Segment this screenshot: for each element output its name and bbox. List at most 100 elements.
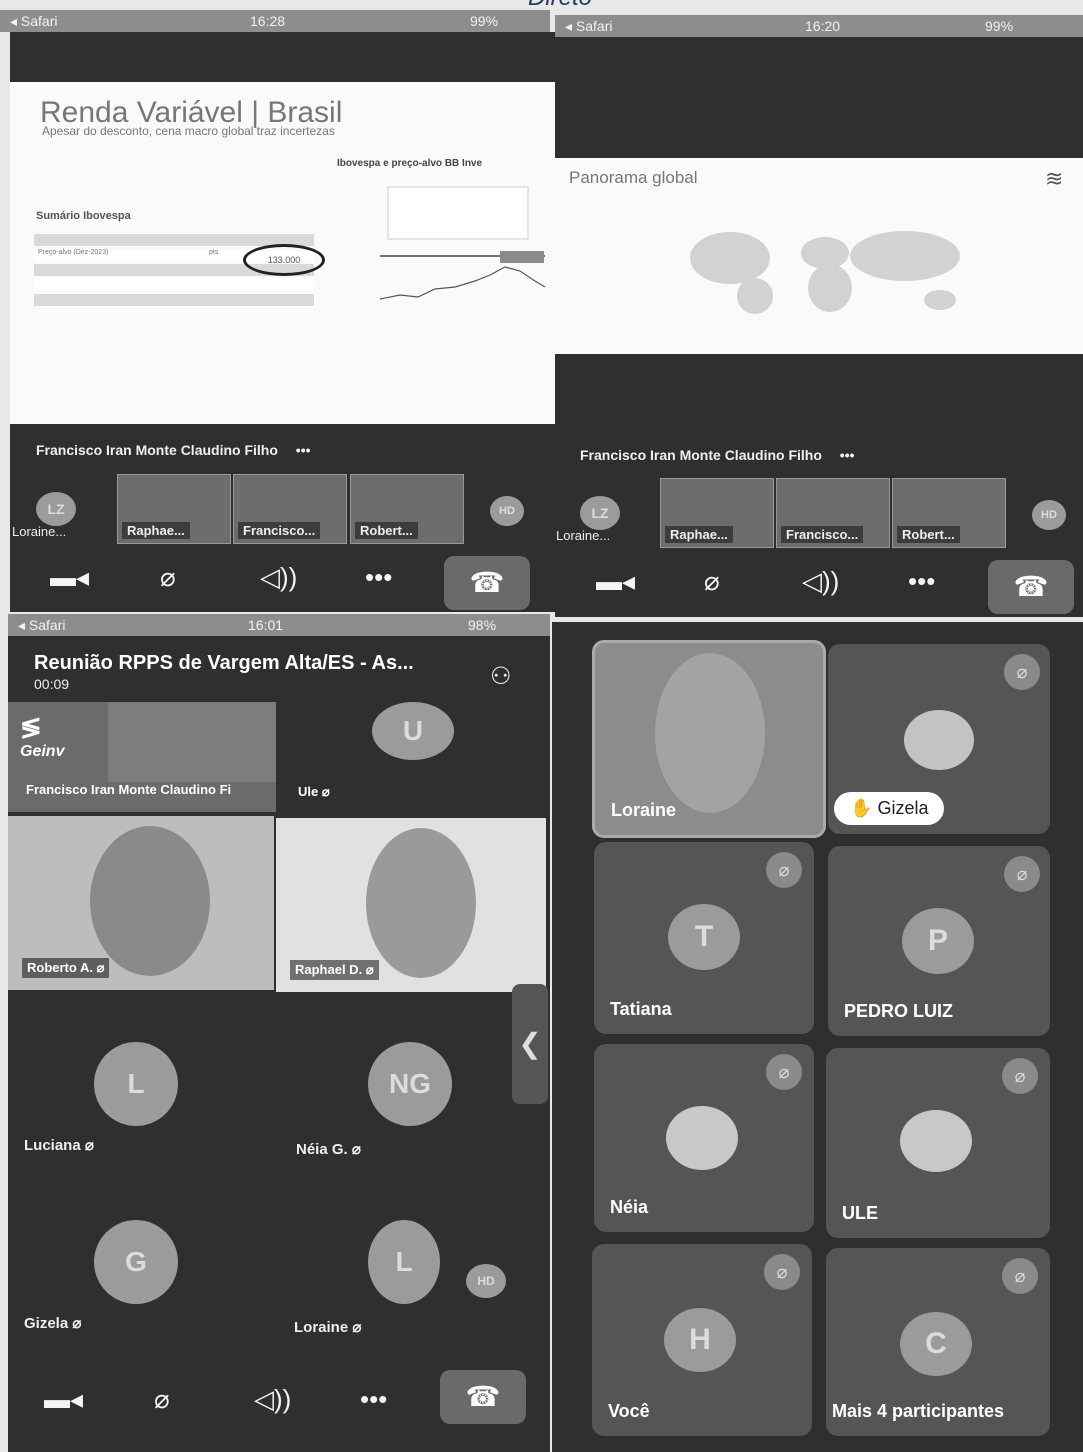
mic-off-icon: ⌀ <box>72 1315 82 1332</box>
target-value: 133.000 <box>267 255 301 265</box>
hang-up-button[interactable]: ☎ <box>444 556 530 610</box>
slide-subtitle: Apesar do desconto, cena macro global tr… <box>42 124 335 138</box>
participant-label: Loraine ⌀ <box>294 1319 362 1336</box>
participant-label: Gizela ⌀ <box>24 1315 82 1332</box>
more-icon[interactable]: ••• <box>360 1384 387 1415</box>
camera-off-icon[interactable]: ▬◂ <box>44 1384 83 1415</box>
hd-badge: HD <box>466 1264 506 1298</box>
participant-avatar-neia[interactable]: NG <box>368 1042 452 1126</box>
video-thumbnail-francisco[interactable]: Francisco... <box>776 478 890 548</box>
continent-south-america <box>737 278 773 314</box>
mic-off-icon[interactable]: ⌀ <box>704 566 720 597</box>
speaker-icon[interactable]: ◁)) <box>254 1384 291 1415</box>
participant-tile-loraine[interactable]: Loraine <box>592 640 826 838</box>
participant-tile-tatiana[interactable]: ⌀ T Tatiana <box>594 842 814 1034</box>
tile-name: Néia <box>610 1197 649 1217</box>
mic-off-icon: ⌀ <box>766 1054 802 1090</box>
carrier-label: ◂ Safari <box>10 13 58 29</box>
more-icon[interactable]: ••• <box>908 566 935 597</box>
mic-off-icon: ⌀ <box>84 1137 94 1154</box>
tile-name: Você <box>608 1401 650 1421</box>
thumbnail-label: Raphae... <box>665 526 733 543</box>
target-value-circled: 133.000 <box>243 244 325 276</box>
collapse-panel-button[interactable]: ❮ <box>512 984 548 1104</box>
carrier-label: ◂ Safari <box>18 617 66 633</box>
video-thumbnail-francisco[interactable]: Francisco... <box>233 474 347 544</box>
hang-up-button[interactable]: ☎ <box>440 1370 526 1424</box>
mic-off-icon: ⌀ <box>352 1319 362 1336</box>
initial-avatar: T <box>668 904 740 970</box>
participant-avatar-lz[interactable]: LZ <box>36 492 76 526</box>
presenter-name: Francisco Iran Monte Claudino Filho ••• <box>36 442 311 458</box>
participant-tile-ule[interactable]: ⌀ ULE <box>826 1048 1050 1238</box>
video-feed-francisco <box>108 702 276 782</box>
video-thumbnail-roberto[interactable]: Robert... <box>350 474 464 544</box>
chart-legend-box <box>387 186 529 240</box>
participant-tile-voce[interactable]: ⌀ H Você <box>592 1244 812 1436</box>
presenter-name: Francisco Iran Monte Claudino Filho ••• <box>580 447 855 463</box>
speaker-icon[interactable]: ◁)) <box>802 566 839 597</box>
video-thumbnail-raphael[interactable]: Raphae... <box>117 474 231 544</box>
mic-off-icon[interactable]: ⌀ <box>154 1384 170 1415</box>
handwritten-note: Direto <box>528 0 592 12</box>
hang-up-button[interactable]: ☎ <box>988 560 1074 614</box>
mic-off-icon: ⌀ <box>96 960 105 975</box>
participant-avatar-luciana[interactable]: L <box>94 1042 178 1126</box>
participant-tile-gizela[interactable]: ⌀ ✋ Gizela <box>828 644 1050 834</box>
world-map <box>690 231 960 314</box>
logo-text: Geinv <box>20 743 65 760</box>
battery-level: 99% <box>470 13 499 29</box>
speaker-icon[interactable]: ◁)) <box>260 562 297 593</box>
clock: 16:20 <box>805 18 841 34</box>
row-label: Preço-alvo (Dez-2023) <box>38 249 109 256</box>
geinv-logo: ≶ Geinv <box>20 712 65 760</box>
video-thumbnail-raphael[interactable]: Raphae... <box>660 478 774 548</box>
carrier-label: ◂ Safari <box>565 18 613 34</box>
participant-avatar-hd[interactable]: HD <box>490 496 524 526</box>
participant-avatar-hd[interactable]: HD <box>1032 500 1066 530</box>
participant-label: Loraine... <box>12 524 67 539</box>
mic-off-icon: ⌀ <box>1004 856 1040 892</box>
participants-icon[interactable]: ⚇ <box>490 662 512 691</box>
meeting-title: Reunião RPPS de Vargem Alta/ES - As... <box>34 652 414 674</box>
bb-logo-icon: ≋ <box>1045 166 1064 191</box>
camera-off-icon[interactable]: ▬◂ <box>50 562 89 593</box>
tile-label: Raphael D. ⌀ <box>290 960 379 980</box>
participant-tile-more[interactable]: ⌀ C Mais 4 participantes <box>826 1248 1050 1436</box>
video-tile-roberto[interactable]: Roberto A. ⌀ <box>8 816 274 990</box>
avatar-photo <box>666 1106 738 1170</box>
more-options-icon[interactable]: ••• <box>296 442 311 458</box>
participant-tile-neia[interactable]: ⌀ Néia <box>594 1044 814 1232</box>
summary-title: Sumário Ibovespa <box>36 210 131 222</box>
status-bar-top-left: ◂ Safari 16:28 99% <box>0 10 550 32</box>
tile-name: Mais 4 participantes <box>832 1401 1005 1421</box>
camera-off-icon[interactable]: ▬◂ <box>596 566 635 597</box>
more-options-icon[interactable]: ••• <box>840 447 855 463</box>
meeting-timer: 00:09 <box>34 676 70 692</box>
avatar-photo <box>904 710 974 770</box>
tile-label: Francisco Iran Monte Claudino Fi <box>26 782 232 797</box>
video-tile-francisco[interactable]: ≶ Geinv Francisco Iran Monte Claudino Fi <box>8 702 276 812</box>
video-thumbnail-roberto[interactable]: Robert... <box>892 478 1006 548</box>
tile-name: ULE <box>842 1203 878 1223</box>
thumbnail-label: Robert... <box>897 526 960 543</box>
participant-avatar-loraine[interactable]: L <box>368 1220 440 1304</box>
continent-africa <box>808 264 852 312</box>
mic-off-icon[interactable]: ⌀ <box>160 562 176 593</box>
participant-avatar-lz[interactable]: LZ <box>580 496 620 530</box>
clock: 16:01 <box>248 617 284 633</box>
mic-off-icon: ⌀ <box>764 1254 800 1290</box>
slide-title: Panorama global <box>569 168 698 187</box>
continent-oceania <box>924 290 956 310</box>
initial-avatar: H <box>664 1308 736 1372</box>
mic-off-icon: ⌀ <box>1004 654 1040 690</box>
participant-tile-pedro-luiz[interactable]: ⌀ P PEDRO LUIZ <box>828 846 1050 1036</box>
raised-hand-badge: ✋ Gizela <box>834 792 945 825</box>
status-bar-bottom-left: ◂ Safari 16:01 98% <box>8 614 550 636</box>
more-icon[interactable]: ••• <box>365 562 392 593</box>
slide-panorama-global: Panorama global ≋ <box>555 158 1083 354</box>
participant-avatar-ule[interactable]: U <box>372 702 454 760</box>
participant-avatar-gizela[interactable]: G <box>94 1220 178 1304</box>
video-tile-raphael[interactable]: Raphael D. ⌀ <box>276 818 546 992</box>
participant-label: Luciana ⌀ <box>24 1137 94 1154</box>
